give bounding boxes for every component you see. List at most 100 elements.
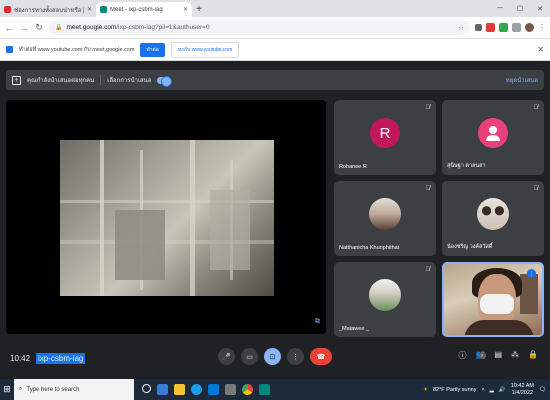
network-icon[interactable]: ▂ xyxy=(490,387,494,393)
default-avatar-icon xyxy=(478,118,508,148)
camera-button[interactable]: ▭ xyxy=(241,348,258,365)
participant-count-badge: 7 xyxy=(478,352,486,359)
presenting-text: คุณกำลังนำเสนอต่อทุกคน xyxy=(27,78,95,84)
clock-date: 1/4/2022 xyxy=(511,389,534,396)
participant-name: น้องชริญ วงค์สวัสดิ์ xyxy=(447,244,493,250)
present-screen-button[interactable]: ⊡ xyxy=(264,348,281,365)
presentation-toggle[interactable] xyxy=(157,75,173,87)
divider xyxy=(100,75,102,85)
machine-body xyxy=(210,190,250,270)
close-infobar-icon[interactable]: ✕ xyxy=(537,45,544,54)
machine-body xyxy=(115,210,165,280)
participant-tile[interactable]: 🎙̸ _Matawee _ xyxy=(334,262,436,337)
extensions: ⋮ xyxy=(475,23,546,32)
meeting-info-icon[interactable]: ⓘ xyxy=(459,350,467,366)
url-host: meet.google.com xyxy=(66,24,117,31)
notifications-icon[interactable]: 🗨 xyxy=(539,387,546,393)
stop-presenting-button[interactable]: หยุดนำเสนอ xyxy=(506,75,538,85)
participant-tile[interactable]: 🎙̸ สุนิษฐา ตาลนสา xyxy=(442,100,544,175)
url-field[interactable]: 🔒 meet.google.com/ixp-csbm-iag?pli=1&aut… xyxy=(49,20,470,35)
host-controls-icon[interactable]: 🔒 xyxy=(528,350,538,366)
search-icon: ⌕ xyxy=(19,386,23,392)
new-tab-button[interactable]: + xyxy=(192,2,206,17)
participant-name: Natthanicha Khunphithat xyxy=(339,245,400,251)
participant-name: _Matawee _ xyxy=(339,326,369,332)
tab-strip: ช่องการทางทั้งสอบน่าหรือ | ผังมน ✕ Meet … xyxy=(0,0,550,17)
close-tab-icon[interactable]: ✕ xyxy=(87,6,92,13)
presentation-stage: ⧉ xyxy=(6,100,326,334)
minimize-icon[interactable]: ─ xyxy=(490,0,510,17)
store-icon[interactable] xyxy=(225,384,236,395)
more-menu-icon[interactable]: ⋮ xyxy=(538,23,546,32)
info-icon xyxy=(6,46,13,53)
avatar: R xyxy=(370,118,400,148)
tray-arrow-icon[interactable]: ˄ xyxy=(481,387,484,393)
extension-icon[interactable] xyxy=(499,23,508,32)
close-window-icon[interactable]: ✕ xyxy=(530,0,550,17)
tab-title: Meet - ixp-csbm-iag xyxy=(110,6,163,13)
chat-icon[interactable]: ▤ xyxy=(494,350,502,366)
meeting-controls-bar: 10:42 ixp-csbm-iag 🎤 ▭ ⊡ ⋮ ☎ ⓘ 👥7 ▤ ⁂ 🔒 xyxy=(0,343,550,373)
activities-icon[interactable]: ⁂ xyxy=(511,350,519,366)
meet-favicon-icon xyxy=(100,6,107,13)
call-controls: 🎤 ▭ ⊡ ⋮ ☎ xyxy=(218,348,332,365)
presenting-indicator-icon: ⧉ xyxy=(315,318,320,325)
machine-pipe xyxy=(190,140,195,296)
windows-start-icon[interactable]: ⊞ xyxy=(0,379,14,400)
close-tab-icon[interactable]: ✕ xyxy=(183,6,188,13)
meet-app-icon[interactable] xyxy=(259,384,270,395)
forward-icon[interactable]: → xyxy=(19,23,29,33)
mail-icon[interactable] xyxy=(208,384,219,395)
back-icon[interactable]: ← xyxy=(4,23,14,33)
weather-icon: ☀ xyxy=(423,386,428,393)
meeting-code: ixp-csbm-iag xyxy=(36,352,86,364)
camera-indicator-icon[interactable] xyxy=(475,24,482,31)
more-options-icon[interactable]: ⋮ xyxy=(527,269,536,278)
participant-tile[interactable]: 🎙̸ R Rohanee R xyxy=(334,100,436,175)
url-path: /ixp-csbm-iag?pli=1&authuser=0 xyxy=(116,24,210,31)
extension-icon[interactable] xyxy=(486,23,495,32)
people-icon[interactable]: 👥7 xyxy=(476,350,486,366)
avatar xyxy=(369,279,401,311)
profile-avatar-icon[interactable] xyxy=(525,23,534,32)
taskbar-clock[interactable]: 10:42 AM 1/4/2022 xyxy=(511,383,534,396)
edge-icon[interactable] xyxy=(191,384,202,395)
address-bar: ← → ↻ 🔒 meet.google.com/ixp-csbm-iag?pli… xyxy=(0,17,550,39)
presenting-notice: + คุณกำลังนำเสนอต่อทุกคน เลือกการนำเสนอ … xyxy=(6,70,544,90)
windows-taskbar: ⊞ ⌕ Type here to search ☀ 82°F Partly su… xyxy=(0,379,550,400)
participant-name: สุนิษฐา ตาลนสา xyxy=(447,163,486,169)
muted-mic-icon: 🎙̸ xyxy=(533,186,539,192)
self-view-tile[interactable]: ⋮ xyxy=(442,262,544,337)
clock-time: 10:42 AM xyxy=(510,382,535,389)
background-shelf xyxy=(520,274,538,314)
weather-text[interactable]: 82°F Partly sunny xyxy=(433,387,476,393)
participant-tile[interactable]: 🎙̸ น้องชริญ วงค์สวัสดิ์ xyxy=(442,181,544,256)
browser-tab-meet[interactable]: Meet - ixp-csbm-iag ✕ xyxy=(96,2,192,17)
file-explorer-icon[interactable] xyxy=(174,384,185,395)
taskbar-search-field[interactable]: ⌕ Type here to search xyxy=(14,379,134,400)
bookmark-star-icon[interactable]: ☆ xyxy=(458,24,464,32)
continue-infobar: ทำต่อที่ www.youtube.com กับ meet.google… xyxy=(0,39,550,61)
participant-name: Rohanee R xyxy=(339,164,367,170)
chrome-icon[interactable] xyxy=(242,384,253,395)
task-view-icon[interactable] xyxy=(142,384,151,393)
participant-tile[interactable]: 🎙̸ Natthanicha Khunphithat xyxy=(334,181,436,256)
system-tray: ☀ 82°F Partly sunny ˄ ▂ 🔊 10:42 AM 1/4/2… xyxy=(423,383,550,396)
end-call-button[interactable]: ☎ xyxy=(310,348,332,365)
more-options-button[interactable]: ⋮ xyxy=(287,348,304,365)
infobar-message: ทำต่อที่ www.youtube.com กับ meet.google… xyxy=(19,46,135,53)
microphone-button[interactable]: 🎤 xyxy=(218,348,235,365)
search-placeholder: Type here to search xyxy=(26,386,80,393)
presented-video xyxy=(60,140,274,296)
tab-title: ช่องการทางทั้งสอบน่าหรือ | ผังมน xyxy=(14,7,84,14)
avatar xyxy=(477,198,509,230)
present-screen-icon: + xyxy=(12,75,21,85)
reload-icon[interactable]: ↻ xyxy=(34,22,44,33)
volume-icon[interactable]: 🔊 xyxy=(499,387,506,393)
continue-button[interactable]: ทำต่อ xyxy=(140,42,165,57)
open-youtube-button[interactable]: ทุกกับ www.youtube.com xyxy=(170,41,240,58)
widgets-icon[interactable] xyxy=(157,384,168,395)
browser-tab-1[interactable]: ช่องการทางทั้งสอบน่าหรือ | ผังมน ✕ xyxy=(0,2,96,17)
extension-puzzle-icon[interactable] xyxy=(512,23,521,32)
maximize-icon[interactable]: ☐ xyxy=(510,0,530,17)
